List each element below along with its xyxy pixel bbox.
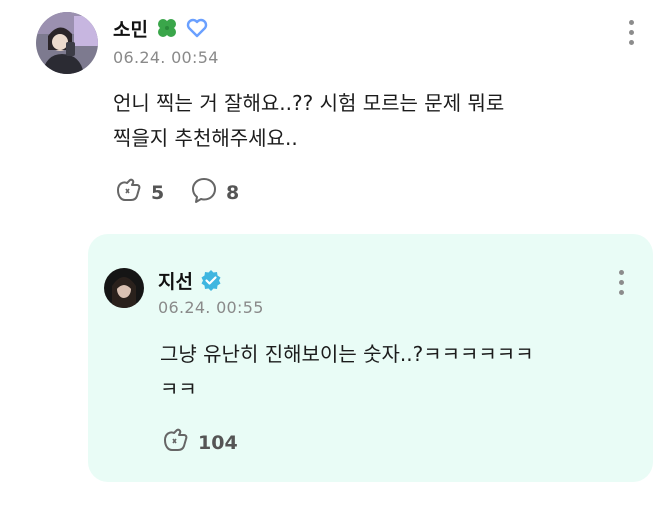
more-options-icon[interactable] — [629, 20, 634, 45]
four-leaf-clover-icon — [155, 16, 179, 45]
author-name-text: 소민 — [113, 19, 148, 41]
more-options-icon[interactable] — [619, 270, 624, 295]
comment-count: 8 — [226, 181, 240, 204]
post-timestamp: 06.24. 00:54 — [113, 48, 219, 67]
post-author-name[interactable]: 소민 — [113, 15, 209, 45]
reply-text-line: 그냥 유난히 진해보이는 숫자..?ㅋㅋㅋㅋㅋㅋ — [160, 342, 534, 366]
reply-timestamp: 06.24. 00:55 — [158, 298, 264, 317]
post: 소민 06.24. 00:54 언니 찍는 거 잘해요..?? 시험 모르는 문… — [0, 0, 670, 230]
reply-like-button[interactable]: 104 — [160, 426, 238, 459]
comment-button[interactable]: 8 — [190, 176, 239, 209]
like-hand-icon — [113, 176, 143, 209]
like-hand-icon — [160, 426, 190, 459]
post-text-line: 찍을지 추천해주세요.. — [113, 126, 298, 150]
verified-check-icon — [200, 269, 222, 296]
reply-text-line: ㅋㅋ — [160, 377, 197, 401]
speech-bubble-icon — [190, 176, 218, 209]
avatar[interactable] — [36, 12, 98, 74]
post-body: 언니 찍는 거 잘해요..?? 시험 모르는 문제 뭐로 찍을지 추천해주세요.… — [113, 86, 504, 156]
author-name-text: 지선 — [158, 271, 193, 293]
post-text-line: 언니 찍는 거 잘해요..?? 시험 모르는 문제 뭐로 — [113, 91, 505, 115]
reply-author-name[interactable]: 지선 — [158, 267, 222, 296]
reply-avatar[interactable] — [104, 268, 144, 308]
heart-outline-icon — [185, 16, 209, 45]
reply-body: 그냥 유난히 진해보이는 숫자..?ㅋㅋㅋㅋㅋㅋ ㅋㅋ — [160, 337, 534, 407]
like-button[interactable]: 5 — [113, 176, 164, 209]
like-count: 5 — [151, 181, 165, 204]
like-count: 104 — [198, 431, 238, 454]
